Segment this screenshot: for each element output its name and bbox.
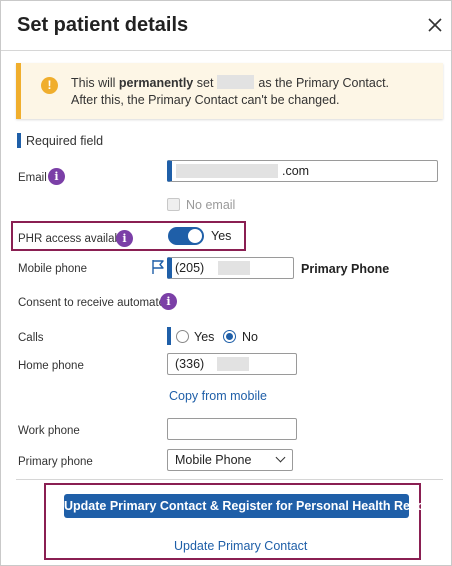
email-suffix: .com xyxy=(282,164,310,178)
phr-label: PHR access available xyxy=(18,233,130,245)
primary-phone-label: Primary phone xyxy=(18,456,93,468)
warning-suffix: as the Primary Contact. xyxy=(258,76,390,90)
warning-banner: ! This will permanently set as the Primar… xyxy=(16,63,443,119)
warning-line-2: After this, the Primary Contact can't be… xyxy=(71,93,340,107)
flag-icon[interactable] xyxy=(151,259,165,275)
mobile-phone-label: Mobile phone xyxy=(18,263,88,275)
consent-label: Consent to receive automated: xyxy=(18,297,175,309)
redacted-mobile xyxy=(218,261,250,275)
warning-prefix: This will xyxy=(71,76,119,90)
dialog-header: Set patient details xyxy=(1,1,451,51)
close-icon[interactable] xyxy=(425,15,445,35)
toggle-knob xyxy=(188,229,202,243)
required-indicator xyxy=(17,133,21,148)
calls-no-radio[interactable] xyxy=(223,330,236,343)
calls-yes-radio[interactable] xyxy=(176,330,189,343)
work-phone-input[interactable] xyxy=(167,418,297,440)
calls-label: Calls xyxy=(18,332,44,344)
required-indicator xyxy=(167,327,171,345)
primary-phone-tag: Primary Phone xyxy=(301,262,390,276)
required-legend: Required field xyxy=(26,134,104,148)
email-field[interactable]: .com xyxy=(167,160,438,182)
work-phone-label: Work phone xyxy=(18,425,80,437)
info-icon[interactable]: i xyxy=(48,168,65,185)
home-area-code: (336) xyxy=(175,357,205,371)
warning-line-1: This will permanently set as the Primary … xyxy=(71,75,389,90)
mobile-phone-input[interactable]: (205) xyxy=(167,257,294,279)
no-email-checkbox[interactable] xyxy=(167,198,180,211)
warning-icon: ! xyxy=(41,77,58,94)
mobile-area-code: (205) xyxy=(175,261,205,275)
update-and-register-button[interactable]: Update Primary Contact & Register for Pe… xyxy=(64,494,437,518)
calls-yes-label: Yes xyxy=(194,330,215,344)
primary-phone-selected: Mobile Phone xyxy=(175,453,252,467)
chevron-down-icon xyxy=(275,452,286,463)
divider xyxy=(16,479,443,480)
home-phone-input[interactable]: (336) xyxy=(167,353,297,375)
warning-mid: set xyxy=(193,76,214,90)
set-patient-details-dialog: Set patient details ! This will permanen… xyxy=(0,0,452,566)
copy-from-mobile-link[interactable]: Copy from mobile xyxy=(169,389,267,403)
calls-no-label: No xyxy=(242,330,258,344)
phr-toggle[interactable] xyxy=(168,227,204,245)
phr-toggle-label: Yes xyxy=(211,229,232,243)
update-primary-contact-link[interactable]: Update Primary Contact xyxy=(174,539,307,553)
email-label: Email xyxy=(18,172,47,184)
redacted-home xyxy=(217,357,249,371)
home-phone-label: Home phone xyxy=(18,360,84,372)
redacted-email xyxy=(176,164,278,178)
warning-bold: permanently xyxy=(118,76,194,90)
info-icon[interactable]: i xyxy=(116,230,133,247)
primary-phone-select[interactable]: Mobile Phone xyxy=(167,449,293,471)
dialog-title: Set patient details xyxy=(17,14,189,36)
no-email-label: No email xyxy=(186,198,236,212)
redacted-name xyxy=(217,75,255,89)
info-icon[interactable]: i xyxy=(160,293,177,310)
